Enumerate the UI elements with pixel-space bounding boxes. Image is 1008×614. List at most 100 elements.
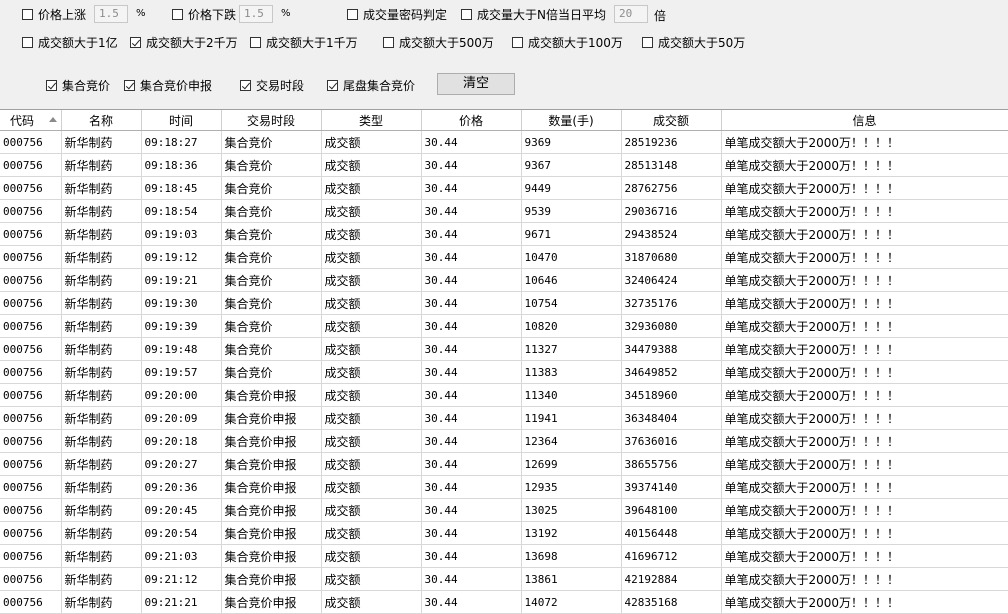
column-header[interactable]: 价格 — [421, 110, 522, 131]
checkbox-box[interactable] — [240, 80, 251, 91]
amount-50wan-checkbox[interactable]: 成交额大于50万 — [642, 34, 745, 51]
amount-1000wan-checkbox[interactable]: 成交额大于1千万 — [250, 34, 358, 51]
column-header[interactable]: 时间 — [141, 110, 222, 131]
checkbox-box[interactable] — [461, 9, 472, 20]
table-row[interactable]: 000756 新华制药 09:18:27 集合竞价 成交额 30.44 9369 285192… — [0, 130, 1008, 154]
checkbox-box[interactable] — [512, 37, 523, 48]
checkbox-box[interactable] — [347, 9, 358, 20]
table-cell: 单笔成交额大于2000万！！！！ — [721, 590, 1008, 614]
vol-multiple-input[interactable]: 20 — [614, 5, 648, 23]
table-cell: 36348404 — [621, 406, 722, 430]
table-row[interactable]: 000756 新华制药 09:18:36 集合竞价 成交额 30.44 9367 285131… — [0, 153, 1008, 177]
table-cell: 000756 — [0, 337, 62, 361]
table-row[interactable]: 000756 新华制药 09:19:39 集合竞价 成交额 30.44 10820 32936… — [0, 314, 1008, 338]
table-cell: 成交额 — [321, 337, 422, 361]
table-cell: 09:20:36 — [141, 475, 222, 499]
amount-2000wan-checkbox[interactable]: 成交额大于2千万 — [130, 34, 238, 51]
amount-100wan-checkbox[interactable]: 成交额大于100万 — [512, 34, 623, 51]
table-row[interactable]: 000756 新华制药 09:19:03 集合竞价 成交额 30.44 9671 294385… — [0, 222, 1008, 246]
table-cell: 单笔成交额大于2000万！！！！ — [721, 452, 1008, 476]
checkbox-box[interactable] — [383, 37, 394, 48]
amount-1yi-checkbox[interactable]: 成交额大于1亿 — [22, 34, 118, 51]
column-header[interactable]: 成交额 — [621, 110, 722, 131]
checkbox-box[interactable] — [250, 37, 261, 48]
price-up-checkbox[interactable]: 价格上涨 — [22, 6, 86, 23]
amount-100wan-label: 成交额大于100万 — [528, 36, 623, 50]
session-auction-declare-checkbox[interactable]: 集合竞价申报 — [124, 77, 212, 94]
table-row[interactable]: 000756 新华制药 09:20:09 集合竞价申报 成交额 30.44 11941 363… — [0, 406, 1008, 430]
session-trading-checkbox[interactable]: 交易时段 — [240, 77, 304, 94]
table-row[interactable]: 000756 新华制药 09:19:57 集合竞价 成交额 30.44 11383 34649… — [0, 360, 1008, 384]
checkbox-box[interactable] — [172, 9, 183, 20]
table-cell: 单笔成交额大于2000万！！！！ — [721, 429, 1008, 453]
table-cell: 新华制药 — [61, 544, 142, 568]
table-row[interactable]: 000756 新华制药 09:19:48 集合竞价 成交额 30.44 11327 34479… — [0, 337, 1008, 361]
table-cell: 成交额 — [321, 153, 422, 177]
table-cell: 新华制药 — [61, 360, 142, 384]
table-cell: 集合竞价申报 — [221, 567, 322, 591]
table-cell: 31870680 — [621, 245, 722, 269]
table-row[interactable]: 000756 新华制药 09:19:30 集合竞价 成交额 30.44 10754 32735… — [0, 291, 1008, 315]
table-cell: 单笔成交额大于2000万！！！！ — [721, 130, 1008, 154]
table-row[interactable]: 000756 新华制药 09:20:36 集合竞价申报 成交额 30.44 12935 393… — [0, 475, 1008, 499]
vol-password-checkbox[interactable]: 成交量密码判定 — [347, 6, 447, 23]
column-header[interactable]: 数量(手) — [521, 110, 622, 131]
table-cell: 新华制药 — [61, 406, 142, 430]
table-row[interactable]: 000756 新华制药 09:20:27 集合竞价申报 成交额 30.44 12699 386… — [0, 452, 1008, 476]
column-header[interactable]: 类型 — [321, 110, 422, 131]
amount-500wan-checkbox[interactable]: 成交额大于500万 — [383, 34, 494, 51]
table-row[interactable]: 000756 新华制药 09:18:45 集合竞价 成交额 30.44 9449 287627… — [0, 176, 1008, 200]
column-header-label: 价格 — [458, 113, 483, 128]
table-row[interactable]: 000756 新华制药 09:20:45 集合竞价申报 成交额 30.44 13025 396… — [0, 498, 1008, 522]
checkbox-box[interactable] — [22, 9, 33, 20]
table-row[interactable]: 000756 新华制药 09:21:03 集合竞价申报 成交额 30.44 13698 416… — [0, 544, 1008, 568]
checkbox-box[interactable] — [124, 80, 135, 91]
clear-button[interactable]: 清空 — [437, 73, 515, 95]
checkbox-box[interactable] — [22, 37, 33, 48]
amount-500wan-label: 成交额大于500万 — [399, 36, 494, 50]
session-auction-checkbox[interactable]: 集合竞价 — [46, 77, 110, 94]
table-cell: 000756 — [0, 544, 62, 568]
table-cell: 新华制药 — [61, 222, 142, 246]
table-cell: 09:18:27 — [141, 130, 222, 154]
checkbox-box[interactable] — [642, 37, 653, 48]
table-cell: 09:19:30 — [141, 291, 222, 315]
table-cell: 13025 — [521, 498, 622, 522]
price-down-input[interactable]: 1.5 — [239, 5, 273, 23]
table-row[interactable]: 000756 新华制药 09:19:12 集合竞价 成交额 30.44 10470 31870… — [0, 245, 1008, 269]
table-cell: 单笔成交额大于2000万！！！！ — [721, 360, 1008, 384]
checkbox-box[interactable] — [130, 37, 141, 48]
table-row[interactable]: 000756 新华制药 09:20:18 集合竞价申报 成交额 30.44 12364 376… — [0, 429, 1008, 453]
price-up-input[interactable]: 1.5 — [94, 5, 128, 23]
table-cell: 集合竞价 — [221, 176, 322, 200]
column-header[interactable]: 代码 — [0, 110, 62, 131]
table-cell: 新华制药 — [61, 567, 142, 591]
table-cell: 10646 — [521, 268, 622, 292]
table-row[interactable]: 000756 新华制药 09:20:00 集合竞价申报 成交额 30.44 11340 345… — [0, 383, 1008, 407]
table-cell: 09:19:03 — [141, 222, 222, 246]
table-row[interactable]: 000756 新华制药 09:18:54 集合竞价 成交额 30.44 9539 290367… — [0, 199, 1008, 223]
table-cell: 成交额 — [321, 130, 422, 154]
column-header[interactable]: 名称 — [61, 110, 142, 131]
checkbox-box[interactable] — [46, 80, 57, 91]
table-cell: 成交额 — [321, 590, 422, 614]
column-header-label: 类型 — [358, 113, 383, 128]
table-row[interactable]: 000756 新华制药 09:20:54 集合竞价申报 成交额 30.44 13192 401… — [0, 521, 1008, 545]
column-header[interactable]: 交易时段 — [221, 110, 322, 131]
table-row[interactable]: 000756 新华制药 09:21:12 集合竞价申报 成交额 30.44 13861 421… — [0, 567, 1008, 591]
price-down-label: 价格下跌 — [188, 8, 237, 22]
checkbox-box[interactable] — [327, 80, 338, 91]
table-cell: 成交额 — [321, 452, 422, 476]
column-header[interactable]: 信息 — [721, 110, 1008, 131]
table-cell: 30.44 — [421, 268, 522, 292]
table-row[interactable]: 000756 新华制药 09:21:21 集合竞价申报 成交额 30.44 14072 428… — [0, 590, 1008, 614]
table-cell: 成交额 — [321, 222, 422, 246]
vol-multiple-checkbox[interactable]: 成交量大于N倍当日平均 — [461, 6, 606, 23]
session-closing-auction-checkbox[interactable]: 尾盘集合竞价 — [327, 77, 415, 94]
table-row[interactable]: 000756 新华制药 09:19:21 集合竞价 成交额 30.44 10646 32406… — [0, 268, 1008, 292]
table-cell: 09:18:45 — [141, 176, 222, 200]
price-down-checkbox[interactable]: 价格下跌 — [172, 6, 236, 23]
table-cell: 30.44 — [421, 521, 522, 545]
table-cell: 28519236 — [621, 130, 722, 154]
price-down-unit: % — [281, 8, 291, 19]
